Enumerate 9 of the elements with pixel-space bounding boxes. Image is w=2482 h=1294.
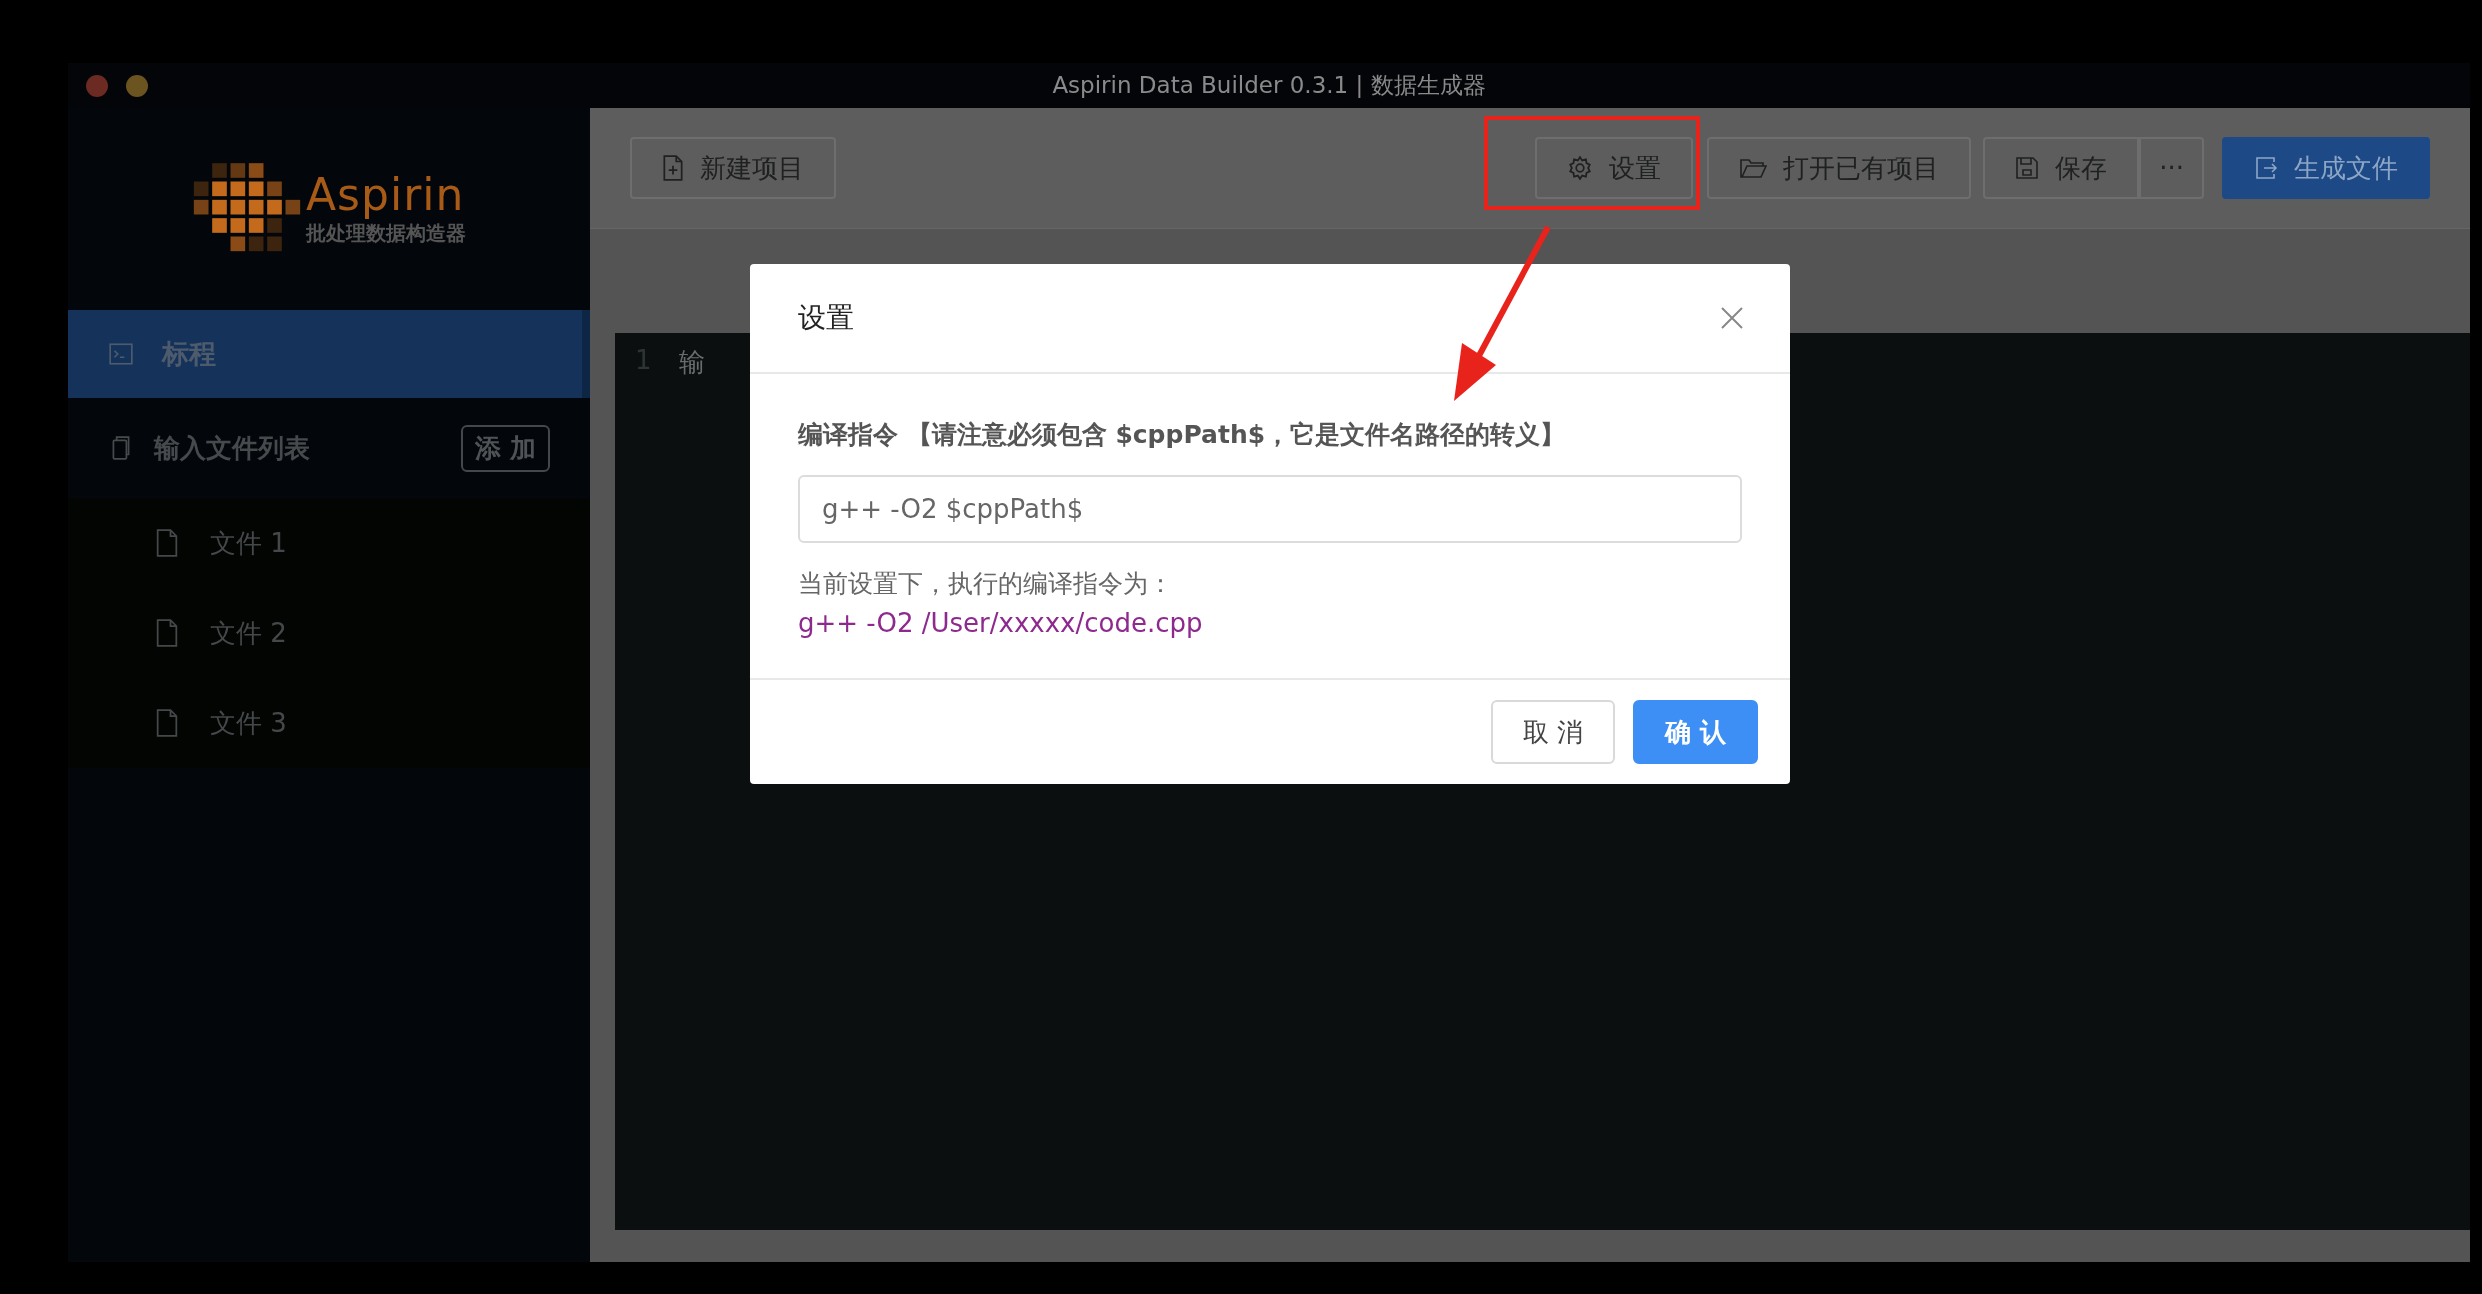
hint-text: 当前设置下，执行的编译指令为： bbox=[798, 568, 1174, 600]
file-list-heading: 输入文件列表 bbox=[154, 431, 311, 465]
logo-name: Aspirin bbox=[306, 171, 466, 220]
field-label: 编译指令 【请注意必须包含 $cppPath$，它是文件名路径的转义】 bbox=[798, 419, 1567, 451]
window-title: Aspirin Data Builder 0.3.1 | 数据生成器 bbox=[1052, 71, 1486, 100]
command-preview: g++ -O2 /User/xxxxx/code.cpp bbox=[798, 608, 1204, 638]
logo-subtitle: 批处理数据构造器 bbox=[306, 219, 466, 247]
code-line: 输 bbox=[679, 346, 705, 379]
dialog-title: 设置 bbox=[798, 300, 854, 336]
